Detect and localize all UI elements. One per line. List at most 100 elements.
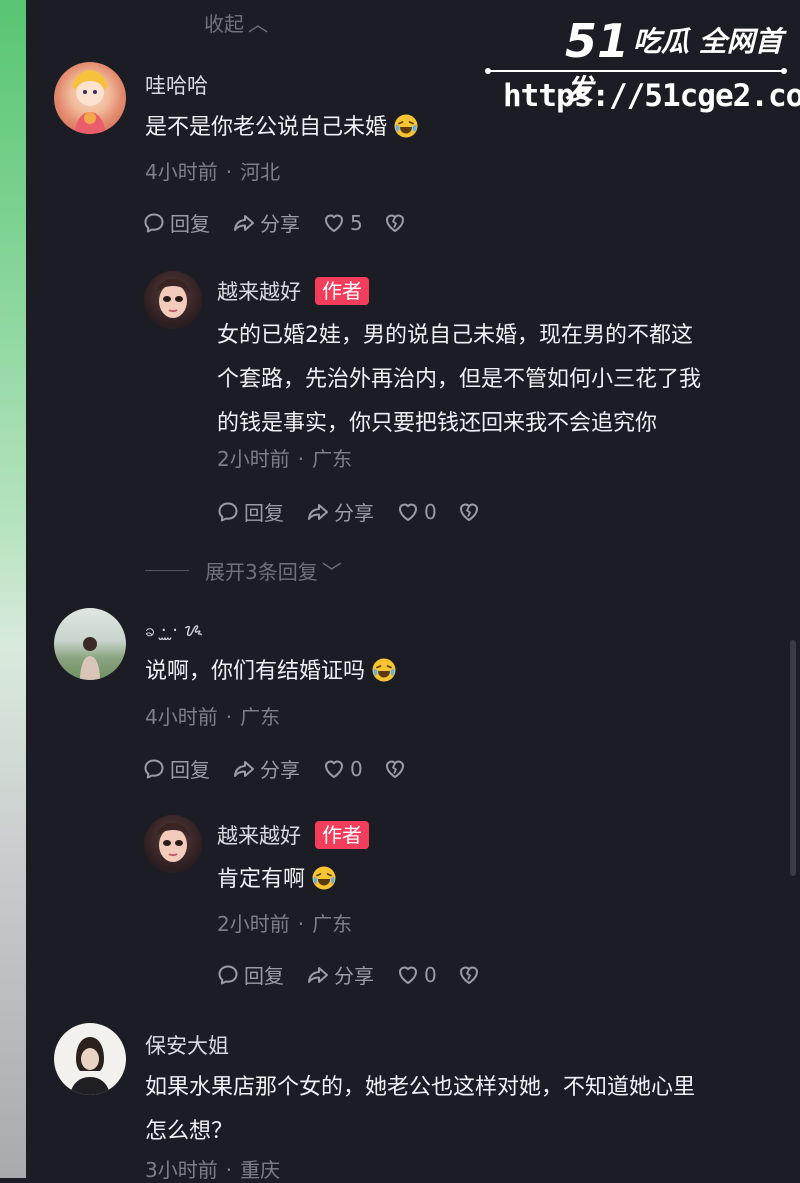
reply-location: 广东 [312, 912, 353, 936]
expand-replies-label: 展开3条回复 [205, 560, 318, 584]
comment-username[interactable]: ခ ·̫ ̫· ᝰ [145, 618, 203, 645]
meta-separator: · [225, 1158, 233, 1182]
dislike-button[interactable] [383, 211, 411, 235]
share-icon [232, 757, 256, 781]
reply-username: 越来越好 作者 [217, 820, 369, 850]
meta-separator: · [225, 705, 233, 729]
reply-text-line: 个套路，先治外再治内，但是不管如何小三花了我 [217, 367, 702, 392]
like-count: 0 [350, 756, 363, 781]
comment-text: 如果水果店那个女的，她老公也这样对她，不知道她心里 怎么想？ [145, 1066, 785, 1154]
comment-location: 河北 [240, 160, 281, 184]
divider [145, 570, 189, 571]
collapse-label: 收起 [204, 12, 244, 36]
comment-text-line: 怎么想？ [145, 1119, 234, 1144]
reply-label: 回复 [170, 212, 210, 236]
watermark-brand-num: 51 [565, 14, 630, 68]
comment-time: 4小时前 [145, 705, 218, 729]
heart-icon [322, 757, 346, 781]
comment-actions: 回复 分享 0 [142, 754, 411, 783]
avatar[interactable] [54, 1023, 126, 1095]
comment-actions: 回复 分享 5 [142, 208, 411, 237]
reply-meta: 2小时前 · 广东 [217, 908, 352, 937]
reply-label: 回复 [170, 758, 210, 782]
heart-icon [396, 500, 420, 524]
comment-meta: 4小时前 · 广东 [145, 701, 280, 730]
share-label: 分享 [260, 212, 300, 236]
comment-username[interactable]: 保安大姐 [145, 1030, 229, 1060]
avatar[interactable] [144, 271, 202, 329]
comment-time: 4小时前 [145, 160, 218, 184]
dislike-icon [457, 963, 481, 987]
reply-meta: 2小时前 · 广东 [217, 443, 352, 472]
watermark-url: https://51cge2.com [503, 78, 800, 114]
dislike-button[interactable] [457, 963, 485, 987]
reply-label: 回复 [244, 501, 284, 525]
reply-username-text[interactable]: 越来越好 [217, 280, 301, 304]
reply-text-line: 女的已婚2娃，男的说自己未婚，现在男的不都这 [217, 323, 693, 348]
share-button[interactable]: 分享 [306, 497, 374, 526]
like-count: 0 [424, 499, 437, 524]
like-button[interactable]: 0 [396, 963, 437, 987]
comment-icon [216, 500, 240, 524]
author-badge: 作者 [315, 821, 369, 849]
reply-text: 肯定有啊 [217, 858, 337, 902]
avatar-illustration [156, 279, 190, 318]
comment-icon [142, 757, 166, 781]
share-button[interactable]: 分享 [306, 960, 374, 989]
reply-label: 回复 [244, 964, 284, 988]
meta-separator: · [297, 912, 305, 936]
collapse-replies-button[interactable]: 收起 ︿ [204, 8, 268, 37]
share-button[interactable]: 分享 [232, 754, 300, 783]
avatar[interactable] [54, 608, 126, 680]
chevron-down-icon: ﹀ [321, 560, 342, 584]
reply-location: 广东 [312, 447, 353, 471]
like-button[interactable]: 5 [322, 211, 363, 235]
share-label: 分享 [260, 758, 300, 782]
laugh-cry-emoji [311, 865, 337, 891]
dislike-button[interactable] [457, 500, 485, 524]
share-label: 分享 [334, 964, 374, 988]
like-button[interactable]: 0 [396, 500, 437, 524]
scrollbar[interactable] [790, 640, 796, 876]
reply-time: 2小时前 [217, 447, 290, 471]
heart-icon [322, 211, 346, 235]
avatar[interactable] [144, 815, 202, 873]
comment-username[interactable]: 哇哈哈 [145, 70, 208, 100]
comment-text-line: 如果水果店那个女的，她老公也这样对她，不知道她心里 [145, 1075, 696, 1100]
dislike-icon [383, 757, 407, 781]
reply-button[interactable]: 回复 [142, 208, 210, 237]
author-badge: 作者 [315, 277, 369, 305]
comment-meta: 4小时前 · 河北 [145, 156, 280, 185]
comment-location: 重庆 [240, 1158, 281, 1182]
reply-username-text[interactable]: 越来越好 [217, 824, 301, 848]
reply-button[interactable]: 回复 [142, 754, 210, 783]
reply-text-line: 的钱是事实，你只要把钱还回来我不会追究你 [217, 411, 658, 436]
reply-text-content: 肯定有啊 [217, 867, 306, 892]
reply-actions: 回复 分享 0 [216, 497, 485, 526]
reply-button[interactable]: 回复 [216, 497, 284, 526]
like-count: 5 [350, 210, 363, 235]
comment-time: 3小时前 [145, 1158, 218, 1182]
left-edge-strip [0, 0, 26, 1178]
expand-replies-button[interactable]: 展开3条回复 ﹀ [145, 556, 342, 585]
meta-separator: · [225, 160, 233, 184]
avatar[interactable] [54, 62, 126, 134]
dislike-icon [457, 500, 481, 524]
reply-text: 女的已婚2娃，男的说自己未婚，现在男的不都这 个套路，先治外再治内，但是不管如何… [217, 314, 777, 446]
avatar-illustration [70, 1037, 110, 1095]
like-button[interactable]: 0 [322, 757, 363, 781]
reply-button[interactable]: 回复 [216, 960, 284, 989]
watermark-circuit-line [485, 68, 787, 74]
comment-meta: 3小时前 · 重庆 [145, 1154, 280, 1183]
avatar-illustration [156, 823, 190, 862]
dislike-button[interactable] [383, 757, 411, 781]
share-icon [306, 963, 330, 987]
like-count: 0 [424, 962, 437, 987]
avatar-illustration [72, 70, 108, 134]
comment-text: 是不是你老公说自己未婚 [145, 106, 419, 150]
avatar-illustration [80, 637, 100, 680]
share-label: 分享 [334, 501, 374, 525]
comment-icon [216, 963, 240, 987]
share-icon [306, 500, 330, 524]
share-button[interactable]: 分享 [232, 208, 300, 237]
